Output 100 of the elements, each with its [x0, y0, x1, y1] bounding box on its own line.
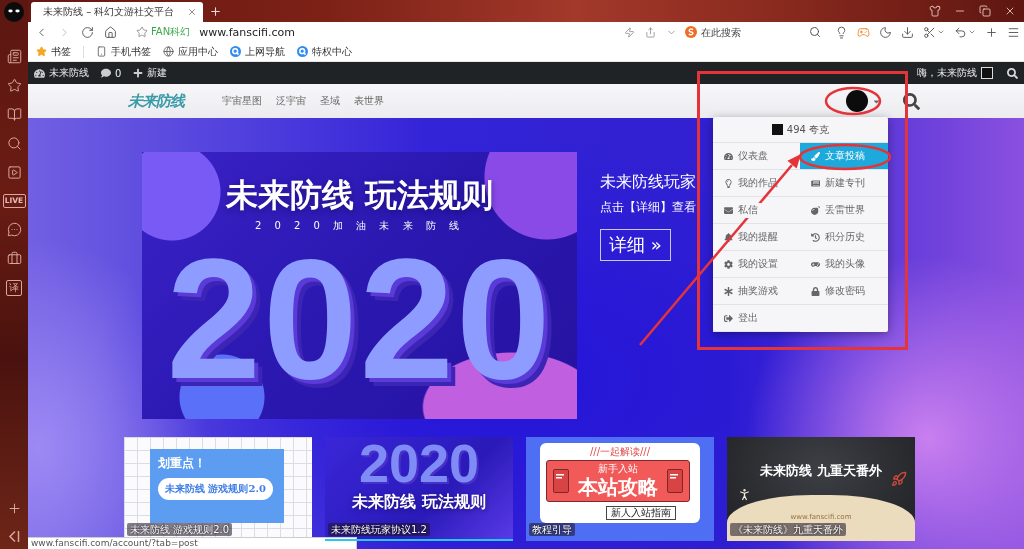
menu-item[interactable]: 丢雷世界: [800, 197, 888, 224]
circle-logo-icon: [230, 46, 241, 57]
bookmark-link[interactable]: 应用中心: [163, 44, 218, 59]
briefcase-icon[interactable]: [6, 251, 22, 266]
highlight-ellipse: [824, 86, 882, 116]
chat-bubble-icon[interactable]: [6, 222, 22, 237]
speech-bubble: 未来防线 游戏规则2.0: [158, 478, 273, 500]
shirt-icon[interactable]: [929, 5, 941, 17]
gauge-icon: [724, 151, 733, 161]
translate-button[interactable]: 译: [6, 280, 22, 296]
menu-item[interactable]: 我的设置: [713, 251, 800, 278]
band-subtitle: 新手入站: [598, 463, 638, 475]
gamepad-icon: [811, 259, 820, 269]
close-icon[interactable]: [1004, 5, 1016, 17]
search-icon[interactable]: [6, 136, 22, 151]
s-logo-icon[interactable]: [685, 26, 697, 38]
menu-item[interactable]: 登出: [713, 305, 800, 332]
envelope-icon: [724, 205, 733, 215]
rocket-icon: [891, 471, 907, 487]
newspaper-icon: [811, 178, 820, 188]
menu-item[interactable]: 私信: [713, 197, 800, 224]
plus-icon[interactable]: [209, 4, 222, 18]
sign-heading: 划重点！: [158, 455, 206, 472]
banner-title: 未来防线 玩法规则: [351, 492, 487, 511]
reload-icon[interactable]: [81, 25, 94, 39]
comment-icon: [101, 68, 111, 78]
search-icon[interactable]: [1007, 67, 1018, 79]
lightbulb-icon: [724, 178, 733, 188]
address-field[interactable]: FAN科幻 www.fanscifi.com: [136, 23, 624, 41]
menu-item[interactable]: 新建专刊: [800, 170, 888, 197]
slide-card[interactable]: 2020 未来防线 玩法规则 未来防线玩家协议1.2: [325, 437, 513, 541]
nav-link[interactable]: 泛宇宙: [276, 94, 306, 108]
plus-icon[interactable]: [6, 501, 22, 516]
bookmark-link[interactable]: 书签: [36, 44, 71, 59]
comments-link[interactable]: 0: [101, 67, 122, 79]
nav-link[interactable]: 宇宙星图: [222, 94, 262, 108]
banner-kicker: ///一起解读///: [588, 446, 652, 458]
bookmark-link[interactable]: 上网导航: [230, 44, 285, 59]
card-caption: 未来防线 游戏规则2.0: [127, 523, 233, 536]
menu-item[interactable]: 修改密码: [800, 278, 888, 305]
status-url: www.fanscifi.com/account/?tab=post: [28, 537, 357, 549]
circle-logo-icon: [297, 46, 308, 57]
search-icon[interactable]: [903, 92, 920, 110]
close-icon[interactable]: [187, 7, 197, 17]
profile-avatar-icon[interactable]: [4, 2, 24, 22]
settings-icon: [724, 259, 733, 269]
home-icon[interactable]: [104, 25, 117, 39]
new-link[interactable]: 新建: [133, 66, 168, 80]
newspaper-icon[interactable]: [6, 49, 22, 64]
phone-icon: [96, 46, 107, 57]
share-icon[interactable]: [645, 26, 656, 38]
lightbulb-icon[interactable]: [835, 25, 848, 39]
url-text: www.fanscifi.com: [199, 25, 295, 39]
details-button[interactable]: 详细 »: [600, 229, 671, 261]
search-field[interactable]: 在此搜索: [701, 24, 805, 40]
caret-icon[interactable]: [937, 28, 945, 36]
paintbrush-icon: [811, 151, 820, 161]
menu-item[interactable]: 抽奖游戏: [713, 278, 800, 305]
book-icon[interactable]: [6, 107, 22, 122]
story-title: 未来防线 九重天番外: [759, 463, 883, 479]
book-icon: [667, 469, 683, 493]
plus-icon: [133, 68, 144, 78]
undo-icon[interactable]: [954, 25, 967, 39]
banner-title: 未来防线 玩法规则: [224, 176, 495, 214]
menu-icon[interactable]: [1007, 25, 1020, 39]
globe-icon: [163, 46, 174, 57]
avatar-icon: [981, 67, 993, 79]
star-icon[interactable]: [6, 78, 22, 93]
nav-link[interactable]: 圣域: [320, 94, 340, 108]
menu-item[interactable]: 我的头像: [800, 251, 888, 278]
band-title: 本站攻略: [578, 475, 658, 499]
account-link[interactable]: 嗨，未来防线: [917, 66, 993, 80]
site-label: FAN科幻: [151, 25, 191, 39]
lock-icon: [811, 286, 820, 296]
year-numerals: 2020: [165, 244, 554, 394]
slide-text: 点击【详细】查看: [600, 200, 696, 214]
bell-icon: [724, 232, 733, 242]
collapse-icon[interactable]: [8, 530, 20, 543]
banner-subtitle: 2 0 2 0 加 油 未 来 防 线: [253, 220, 466, 232]
caret-icon[interactable]: [968, 28, 976, 36]
bookmark-link[interactable]: 手机书签: [96, 44, 151, 59]
plus-icon[interactable]: [985, 25, 998, 39]
play-icon[interactable]: [6, 165, 22, 180]
bookmark-link[interactable]: 特权中心: [297, 44, 352, 59]
star-icon[interactable]: [136, 26, 148, 38]
nav-link[interactable]: 表世界: [354, 94, 384, 108]
menu-item[interactable]: 积分历史: [800, 224, 888, 251]
slide-card[interactable]: ///一起解读/// 新手入站 本站攻略 新人入站指南 教程引导: [526, 437, 714, 541]
download-icon[interactable]: [901, 25, 914, 39]
moon-icon[interactable]: [879, 25, 892, 39]
user-avatar[interactable]: [846, 90, 868, 112]
browser-tab[interactable]: 未来防线 – 科幻文游社交平台: [31, 2, 203, 22]
card-caption: 未来防线玩家协议1.2: [328, 523, 430, 536]
admin-site-link[interactable]: 未来防线: [34, 66, 89, 80]
card-caption: 《未来防线》九重天番外: [730, 523, 846, 536]
guide-tag: 新人入站指南: [606, 506, 676, 520]
scissors-icon[interactable]: [923, 25, 936, 39]
menu-item[interactable]: 我的提醒: [713, 224, 800, 251]
star-icon: [36, 46, 47, 57]
restore-icon[interactable]: [979, 5, 991, 17]
